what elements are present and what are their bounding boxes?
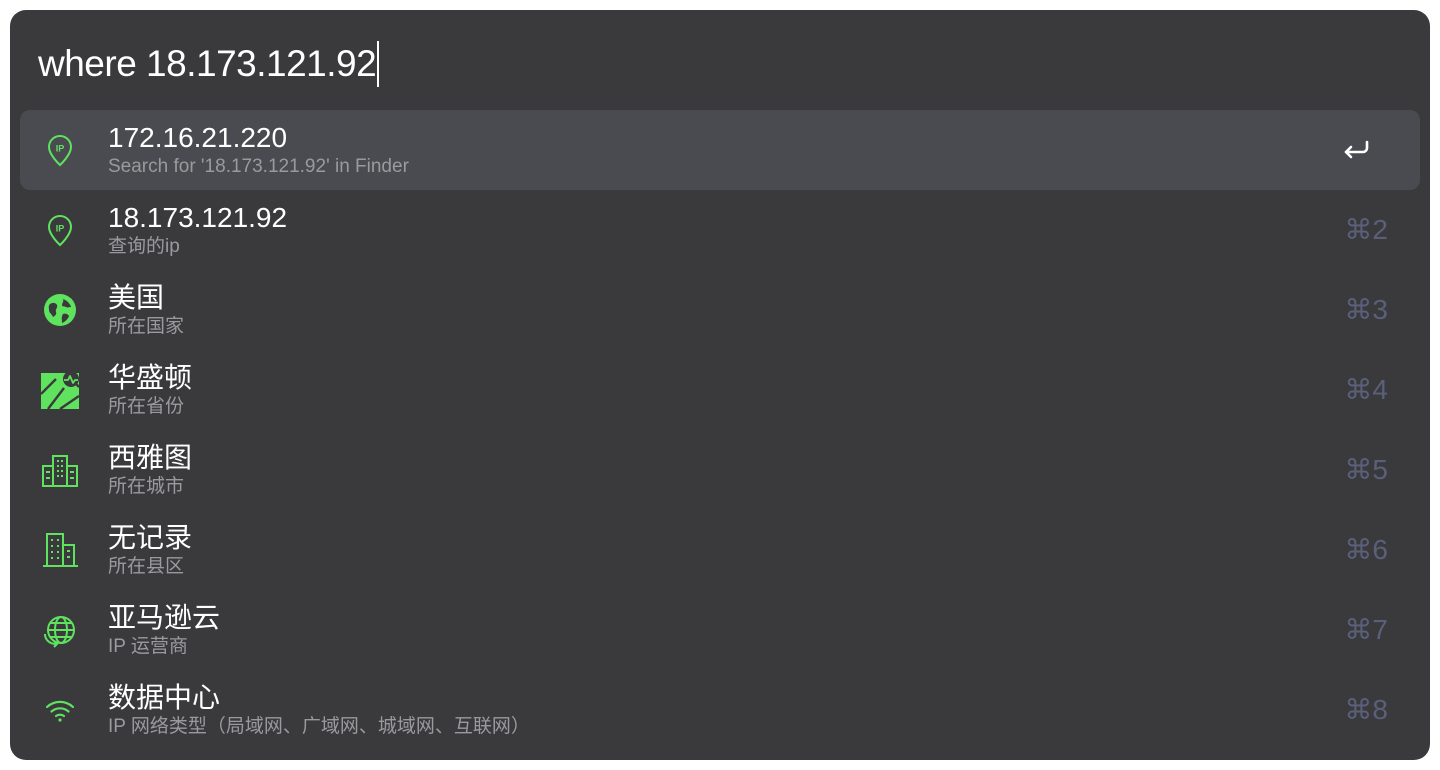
launcher-window: where 18.173.121.92 IP 172.16.21.220 Sea…	[10, 10, 1430, 760]
result-title: 西雅图	[108, 442, 193, 473]
svg-text:IP: IP	[56, 144, 65, 154]
shortcut-hint: ⌘7	[1344, 614, 1388, 645]
shortcut-hint: ⌘4	[1344, 374, 1388, 405]
globe-icon	[40, 290, 80, 330]
result-subtitle: Search for '18.173.121.92' in Finder	[108, 156, 409, 177]
return-key-icon	[1340, 136, 1372, 164]
result-row[interactable]: IP 18.173.121.92 查询的ip ⌘2	[20, 190, 1420, 270]
ip-pin-icon: IP	[40, 210, 80, 250]
result-subtitle: 所在国家	[108, 316, 185, 337]
svg-text:IP: IP	[56, 224, 65, 234]
map-icon	[40, 370, 80, 410]
result-title: 华盛顿	[108, 362, 193, 393]
result-title: 无记录	[108, 522, 193, 553]
result-title: 亚马逊云	[108, 602, 221, 633]
result-title: 18.173.121.92	[108, 202, 288, 233]
shortcut-hint: ⌘6	[1344, 534, 1388, 565]
search-input[interactable]: where 18.173.121.92	[38, 43, 377, 85]
shortcut-hint: ⌘5	[1344, 454, 1388, 485]
result-subtitle: IP 运营商	[108, 636, 188, 657]
result-subtitle: 所在城市	[108, 476, 185, 497]
shortcut-hint: ⌘8	[1344, 694, 1388, 725]
text-caret	[377, 41, 380, 87]
result-row[interactable]: 无记录 所在县区 ⌘6	[20, 510, 1420, 590]
shortcut-hint: ⌘3	[1344, 294, 1388, 325]
result-row[interactable]: 美国 所在国家 ⌘3	[20, 270, 1420, 350]
search-bar[interactable]: where 18.173.121.92	[38, 34, 380, 94]
result-title: 172.16.21.220	[108, 122, 288, 153]
result-subtitle: 查询的ip	[108, 236, 180, 257]
result-row[interactable]: 华盛顿 所在省份 ⌘4	[20, 350, 1420, 430]
results-list: IP 172.16.21.220 Search for '18.173.121.…	[20, 110, 1420, 750]
result-subtitle: IP 网络类型（局域网、广域网、城域网、互联网）	[108, 716, 530, 737]
shortcut-hint: ⌘2	[1344, 214, 1388, 245]
result-subtitle: 所在县区	[108, 556, 185, 577]
result-title: 美国	[108, 282, 165, 313]
result-title: 数据中心	[108, 682, 221, 713]
result-row[interactable]: 数据中心 IP 网络类型（局域网、广域网、城域网、互联网） ⌘8	[20, 670, 1420, 750]
building-icon	[40, 530, 80, 570]
city-icon	[40, 450, 80, 490]
result-row[interactable]: 西雅图 所在城市 ⌘5	[20, 430, 1420, 510]
wifi-icon	[40, 690, 80, 730]
result-subtitle: 所在省份	[108, 396, 185, 417]
ip-pin-icon: IP	[40, 130, 80, 170]
result-row[interactable]: 亚马逊云 IP 运营商 ⌘7	[20, 590, 1420, 670]
result-row[interactable]: IP 172.16.21.220 Search for '18.173.121.…	[20, 110, 1420, 190]
network-globe-icon	[40, 610, 80, 650]
